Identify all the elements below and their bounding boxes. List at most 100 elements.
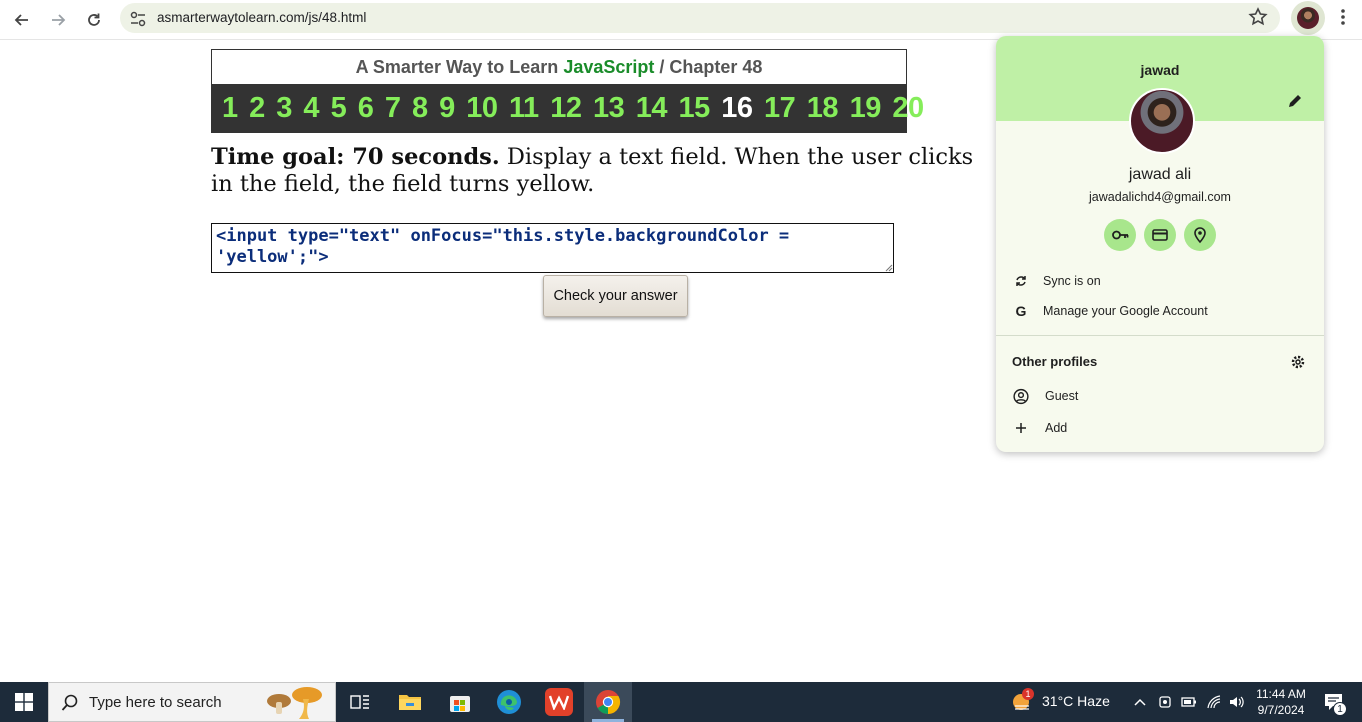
profile-short-name: jawad (1140, 62, 1180, 78)
search-placeholder: Type here to search (89, 694, 222, 711)
forward-button[interactable] (42, 4, 74, 36)
person-circle-icon (1013, 388, 1029, 404)
profile-avatar (1129, 88, 1195, 154)
chapter-header: A Smarter Way to Learn JavaScript / Chap… (211, 49, 924, 133)
profile-full-name: jawad ali (1128, 166, 1192, 183)
chapter-link-7[interactable]: 7 (385, 92, 401, 125)
plus-icon (1016, 423, 1026, 433)
site-settings-icon[interactable] (128, 9, 148, 29)
answer-textarea[interactable]: <input type="text" onFocus="this.style.b… (211, 223, 894, 273)
microsoft-store-button[interactable] (446, 688, 474, 716)
location-pin-icon (1194, 227, 1206, 244)
chapter-link-17[interactable]: 17 (764, 92, 796, 125)
add-profile-row[interactable]: Add (996, 413, 1324, 443)
chapter-link-10[interactable]: 10 (466, 92, 498, 125)
more-menu-icon[interactable] (1333, 5, 1353, 29)
manage-account-label: Manage your Google Account (1043, 304, 1208, 318)
back-button[interactable] (6, 4, 38, 36)
check-answer-button[interactable]: Check your answer (543, 275, 688, 317)
chapter-link-15[interactable]: 15 (679, 92, 711, 125)
time-goal: Time goal: 70 seconds. (211, 144, 500, 170)
resize-handle-icon[interactable] (884, 263, 893, 272)
google-g-icon: G (1015, 303, 1027, 319)
guest-label: Guest (1045, 389, 1079, 403)
chapter-link-8[interactable]: 8 (412, 92, 428, 125)
system-clock[interactable]: 11:44 AM 9/7/2024 (1248, 686, 1314, 718)
chrome-taskbar-button[interactable] (594, 688, 622, 716)
title-prefix: A Smarter Way to Learn (355, 57, 564, 77)
credit-card-icon (1152, 229, 1168, 241)
chevron-up-icon[interactable] (1133, 695, 1147, 709)
chapter-link-18[interactable]: 18 (807, 92, 839, 125)
sync-status-row[interactable]: Sync is on (996, 266, 1324, 296)
chapter-nav: 1 2 3 4 5 6 7 8 9 10 11 12 13 14 15 16 17 18 19 20 (211, 84, 924, 133)
add-label: Add (1045, 421, 1068, 435)
title-javascript: JavaScript (563, 57, 655, 77)
bookmark-star-icon[interactable] (1246, 5, 1270, 29)
avatar (1297, 7, 1319, 29)
chapter-link-3[interactable]: 3 (276, 92, 292, 125)
edge-icon (497, 690, 521, 714)
reload-button[interactable] (78, 4, 110, 36)
key-icon (1112, 230, 1129, 240)
gear-icon[interactable] (1290, 354, 1306, 370)
edge-button[interactable] (495, 688, 523, 716)
windows-logo-icon (15, 693, 33, 711)
chapter-link-14[interactable]: 14 (636, 92, 668, 125)
battery-icon[interactable] (1181, 695, 1197, 709)
volume-icon[interactable] (1228, 694, 1246, 710)
weather-text[interactable]: 31°C Haze (1042, 693, 1110, 709)
chapter-link-5[interactable]: 5 (331, 92, 347, 125)
payment-methods-button[interactable] (1144, 219, 1176, 251)
mushroom-search-highlight-icon (267, 687, 322, 719)
exercise-instructions: Time goal: 70 seconds. Display a text fi… (211, 144, 1001, 198)
divider (996, 335, 1324, 336)
passwords-button[interactable] (1104, 219, 1136, 251)
chapter-link-13[interactable]: 13 (593, 92, 625, 125)
sync-icon (1016, 276, 1026, 286)
manage-account-row[interactable]: G Manage your Google Account (996, 296, 1324, 326)
addresses-button[interactable] (1184, 219, 1216, 251)
wps-icon (549, 695, 569, 710)
search-icon (61, 694, 78, 711)
url-text[interactable]: asmarterwaytolearn.com/js/48.html (157, 10, 366, 25)
clock-date: 9/7/2024 (1257, 703, 1305, 717)
chapter-link-9[interactable]: 9 (439, 92, 455, 125)
chapter-link-6[interactable]: 6 (358, 92, 374, 125)
clock-time: 11:44 AM (1256, 687, 1306, 701)
chrome-icon (596, 690, 621, 714)
task-view-button[interactable] (346, 688, 374, 716)
chapter-link-2[interactable]: 2 (249, 92, 265, 125)
chapter-link-4[interactable]: 4 (303, 92, 319, 125)
taskbar-search-box[interactable]: Type here to search (48, 682, 336, 722)
chapter-link-19[interactable]: 19 (850, 92, 882, 125)
chapter-link-12[interactable]: 12 (550, 92, 582, 125)
file-explorer-button[interactable] (396, 688, 424, 716)
weather-badge: 1 (1022, 688, 1034, 700)
wifi-icon[interactable] (1206, 694, 1222, 710)
chapter-link-16[interactable]: 16 (721, 92, 753, 125)
folder-icon (399, 695, 421, 710)
profile-email: jawadalichd4@gmail.com (1089, 190, 1231, 204)
title-chapter: / Chapter 48 (654, 57, 763, 77)
arrow-left-icon (14, 14, 28, 26)
notification-count-badge: 1 (1333, 702, 1347, 716)
edit-pencil-icon[interactable] (1287, 93, 1303, 109)
address-bar[interactable]: asmarterwaytolearn.com/js/48.html (120, 3, 1280, 33)
store-icon (450, 696, 470, 712)
arrow-right-icon (52, 14, 66, 26)
other-profiles-title: Other profiles (1012, 354, 1098, 369)
meet-now-icon[interactable] (1158, 694, 1172, 710)
browser-toolbar: asmarterwaytolearn.com/js/48.html (0, 0, 1362, 40)
reload-icon (88, 13, 100, 26)
wps-office-button[interactable] (545, 688, 573, 716)
profile-avatar-button[interactable] (1291, 1, 1325, 35)
guest-profile-row[interactable]: Guest (996, 381, 1324, 411)
windows-taskbar: Type here to search 1 31°C Haze 11:44 AM… (0, 682, 1362, 722)
sync-label: Sync is on (1043, 274, 1101, 288)
start-button[interactable] (0, 682, 48, 722)
profile-menu: jawad jawad ali jawadalichd4@gmail.com S… (996, 36, 1324, 452)
chapter-link-20[interactable]: 20 (892, 92, 924, 125)
chapter-link-11[interactable]: 11 (509, 92, 539, 125)
chapter-link-1[interactable]: 1 (222, 92, 238, 125)
